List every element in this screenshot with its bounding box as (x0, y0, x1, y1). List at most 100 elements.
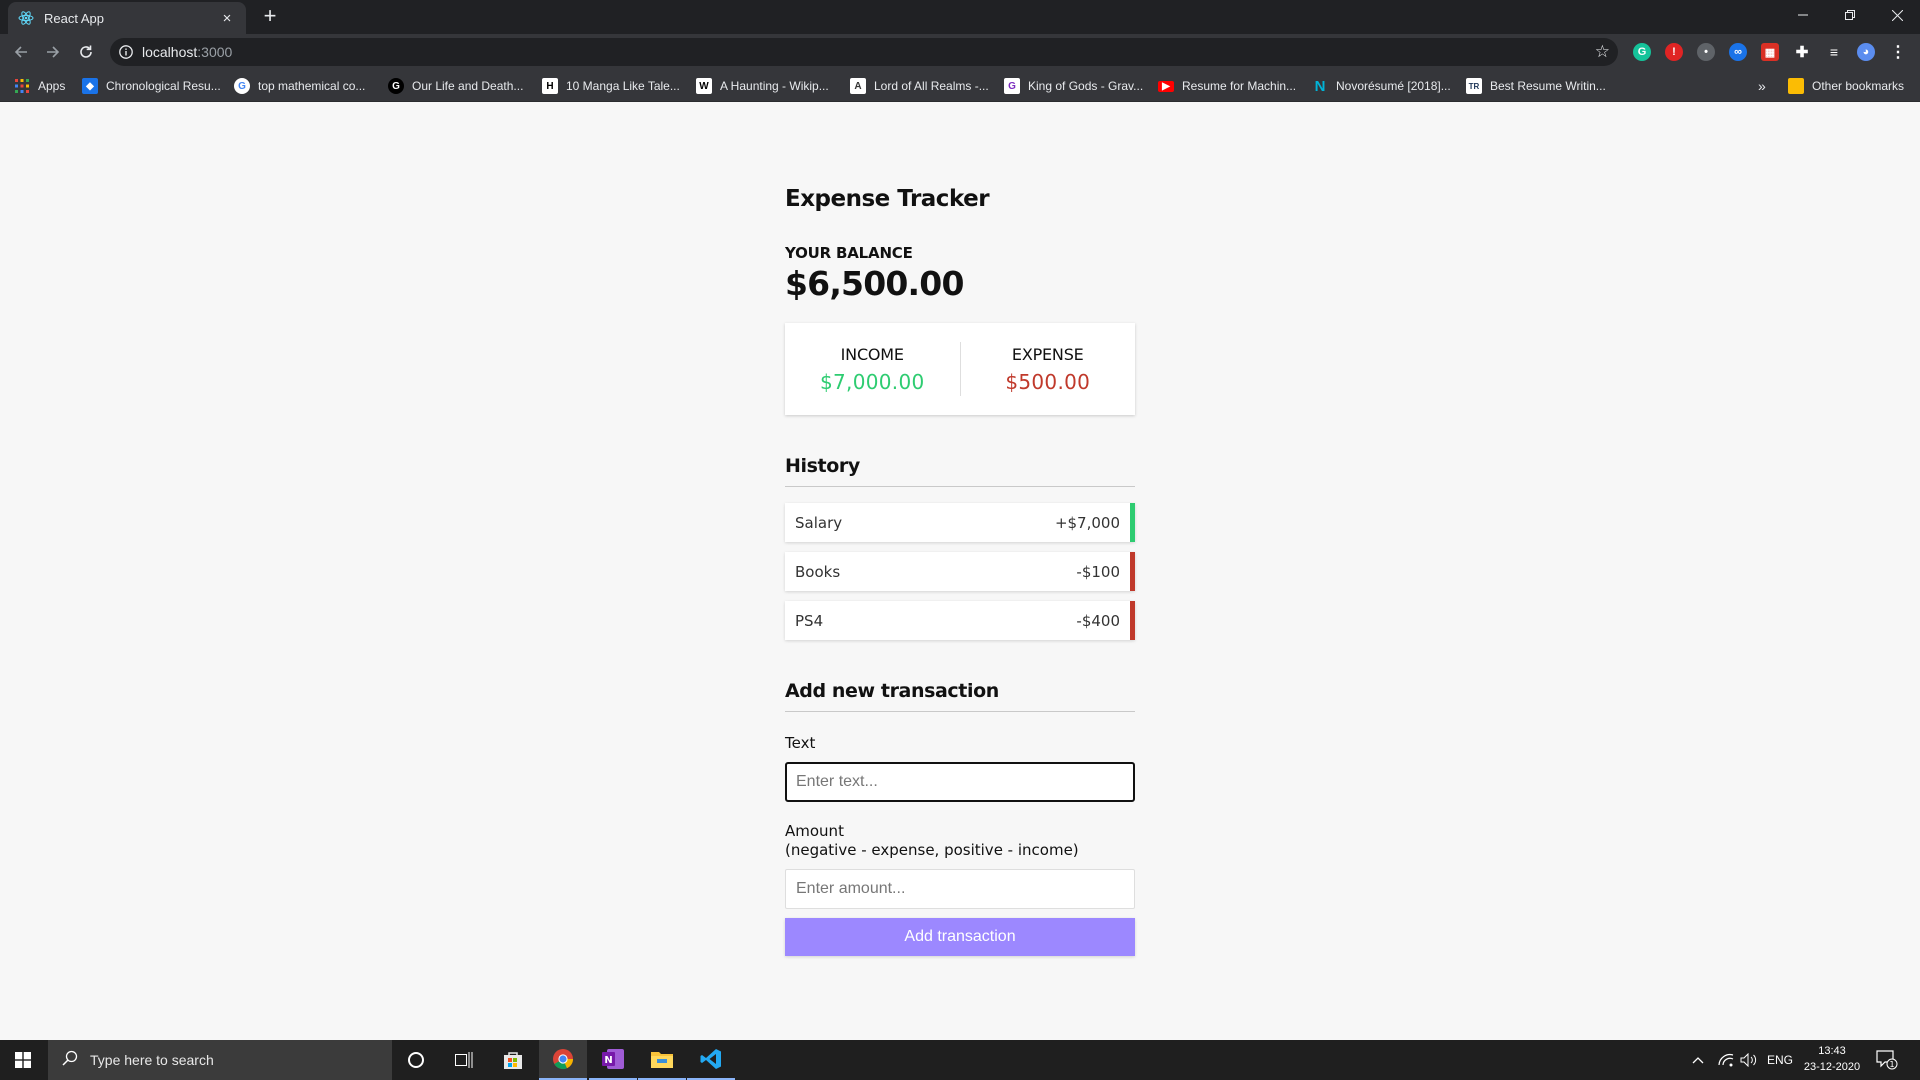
transaction-amount: -$100 (1076, 562, 1120, 581)
apps-grid-icon (14, 78, 30, 94)
transaction-item[interactable]: Books -$100 (785, 552, 1135, 591)
bookmark-item[interactable]: A Lord of All Realms -... (850, 78, 989, 94)
amount-input[interactable] (785, 869, 1135, 909)
history-title: History (785, 455, 1135, 487)
extensions-puzzle-icon[interactable]: ✚ (1793, 43, 1811, 61)
transaction-amount: -$400 (1076, 611, 1120, 630)
reading-list-icon[interactable]: ≡ (1825, 43, 1843, 61)
wikipedia-icon: W (696, 78, 712, 94)
svg-text:N: N (604, 1055, 612, 1066)
novoresume-icon: N (1314, 77, 1326, 95)
other-bookmarks-folder[interactable]: Other bookmarks (1788, 78, 1904, 94)
chrome-icon[interactable] (539, 1040, 587, 1080)
transaction-text: PS4 (795, 611, 824, 630)
bookmark-item[interactable]: G King of Gods - Grav... (1004, 78, 1143, 94)
bookmark-apps[interactable]: Apps (14, 78, 65, 94)
bookmark-item[interactable]: G top mathemical co... (234, 78, 365, 94)
browser-toolbar: localhost:3000 ☆ G ! • ∞ ▦ ✚ ≡ ◕ ⋮ (0, 34, 1920, 70)
language-indicator[interactable]: ENG (1767, 1040, 1793, 1080)
bookmarks-bar: Apps ◆ Chronological Resu... G top mathe… (0, 70, 1920, 102)
grammarly-icon[interactable]: G (1633, 43, 1651, 61)
onenote-icon[interactable]: N (589, 1040, 637, 1080)
bookmark-item[interactable]: W A Haunting - Wikip... (696, 78, 829, 94)
restore-button[interactable] (1827, 0, 1873, 30)
bookmark-item[interactable]: TR Best Resume Writin... (1466, 78, 1606, 94)
browser-tab-strip: React App × + (0, 0, 1920, 34)
clock-time: 13:43 (1818, 1045, 1846, 1057)
system-clock[interactable]: 13:43 23-12-2020 (1792, 1043, 1872, 1075)
windows-taskbar: Type here to search N ENG 13:43 23-12-20… (0, 1040, 1920, 1080)
extension-calendar-icon[interactable]: ▦ (1761, 43, 1779, 61)
tab-title: React App (44, 10, 104, 26)
cortana-icon[interactable] (392, 1040, 440, 1080)
income-label: INCOME (840, 344, 904, 364)
microsoft-store-icon[interactable] (489, 1040, 537, 1080)
transaction-item[interactable]: PS4 -$400 (785, 601, 1135, 640)
close-window-button[interactable] (1874, 0, 1920, 30)
gravity-favicon: G (1004, 78, 1020, 94)
app-title: Expense Tracker (785, 186, 990, 212)
clock-date: 23-12-2020 (1803, 1061, 1861, 1073)
profile-avatar[interactable]: ◕ (1857, 43, 1875, 61)
menu-kebab-icon[interactable]: ⋮ (1889, 43, 1907, 61)
transaction-list: Salary +$7,000 Books -$100 PS4 -$400 (785, 503, 1135, 640)
transaction-amount: +$7,000 (1054, 513, 1120, 532)
network-icon[interactable] (1718, 1040, 1734, 1080)
volume-icon[interactable] (1740, 1040, 1758, 1080)
add-transaction-title: Add new transaction (785, 680, 1135, 712)
notification-count: 1 (1889, 1060, 1894, 1069)
notification-center-icon[interactable]: 1 (1876, 1040, 1898, 1080)
expense-value: $500.00 (1005, 369, 1091, 394)
search-icon (62, 1050, 78, 1071)
bookmark-item[interactable]: H 10 Manga Like Tale... (542, 78, 680, 94)
file-explorer-icon[interactable] (638, 1040, 686, 1080)
bookmark-favicon: ◆ (82, 78, 98, 94)
new-tab-button[interactable]: + (258, 4, 282, 28)
expense-tracker-app: Expense Tracker YOUR BALANCE $6,500.00 I… (785, 180, 1135, 956)
expense-label: EXPENSE (1011, 344, 1084, 364)
tab-close-icon[interactable]: × (218, 10, 236, 27)
bookmark-item[interactable]: ▶ Resume for Machin... (1158, 78, 1296, 94)
bookmark-item[interactable]: N Novorésumé [2018]... (1312, 77, 1451, 95)
transaction-item[interactable]: Salary +$7,000 (785, 503, 1135, 542)
tray-overflow-icon[interactable] (1692, 1040, 1704, 1080)
windows-start-button[interactable] (0, 1040, 46, 1080)
address-bar[interactable]: localhost:3000 ☆ (110, 38, 1618, 66)
amount-hint: (negative - expense, positive - income) (785, 841, 1079, 859)
income-indicator-bar (1130, 503, 1135, 542)
expense-section: EXPENSE $500.00 (961, 345, 1136, 394)
bookmark-star-icon[interactable]: ☆ (1595, 42, 1610, 62)
reload-icon[interactable] (74, 40, 98, 64)
income-value: $7,000.00 (820, 369, 925, 394)
vscode-icon[interactable] (687, 1040, 735, 1080)
bookmark-item[interactable]: ◆ Chronological Resu... (82, 78, 221, 94)
expense-indicator-bar (1130, 552, 1135, 591)
bookmark-item[interactable]: G Our Life and Death... (388, 78, 523, 94)
amount-field-label: Amount (negative - expense, positive - i… (785, 822, 1079, 859)
taskbar-search-box[interactable]: Type here to search (48, 1040, 392, 1080)
transaction-text: Books (795, 562, 841, 581)
transaction-text: Salary (795, 513, 843, 532)
income-expense-card: INCOME $7,000.00 EXPENSE $500.00 (785, 323, 1135, 415)
extension-blue-icon[interactable]: ∞ (1729, 43, 1747, 61)
extension-gray-icon[interactable]: • (1697, 43, 1715, 61)
extension-red-icon[interactable]: ! (1665, 43, 1683, 61)
google-icon: G (234, 78, 250, 94)
browser-tab[interactable]: React App × (8, 2, 246, 34)
forward-arrow-icon[interactable] (41, 40, 65, 64)
a-favicon: A (850, 78, 866, 94)
info-icon[interactable] (118, 44, 134, 60)
balance-value: $6,500.00 (785, 264, 964, 303)
task-view-icon[interactable] (440, 1040, 488, 1080)
back-arrow-icon[interactable] (9, 40, 33, 64)
text-field-label: Text (785, 734, 816, 752)
g-favicon: G (388, 78, 404, 94)
add-transaction-button[interactable]: Add transaction (785, 918, 1135, 956)
folder-icon (1788, 78, 1804, 94)
text-input[interactable] (785, 762, 1135, 802)
react-icon (18, 10, 34, 26)
h-favicon: H (542, 78, 558, 94)
more-bookmarks-button[interactable]: » (1758, 78, 1766, 94)
minimize-button[interactable] (1780, 0, 1826, 30)
expense-indicator-bar (1130, 601, 1135, 640)
